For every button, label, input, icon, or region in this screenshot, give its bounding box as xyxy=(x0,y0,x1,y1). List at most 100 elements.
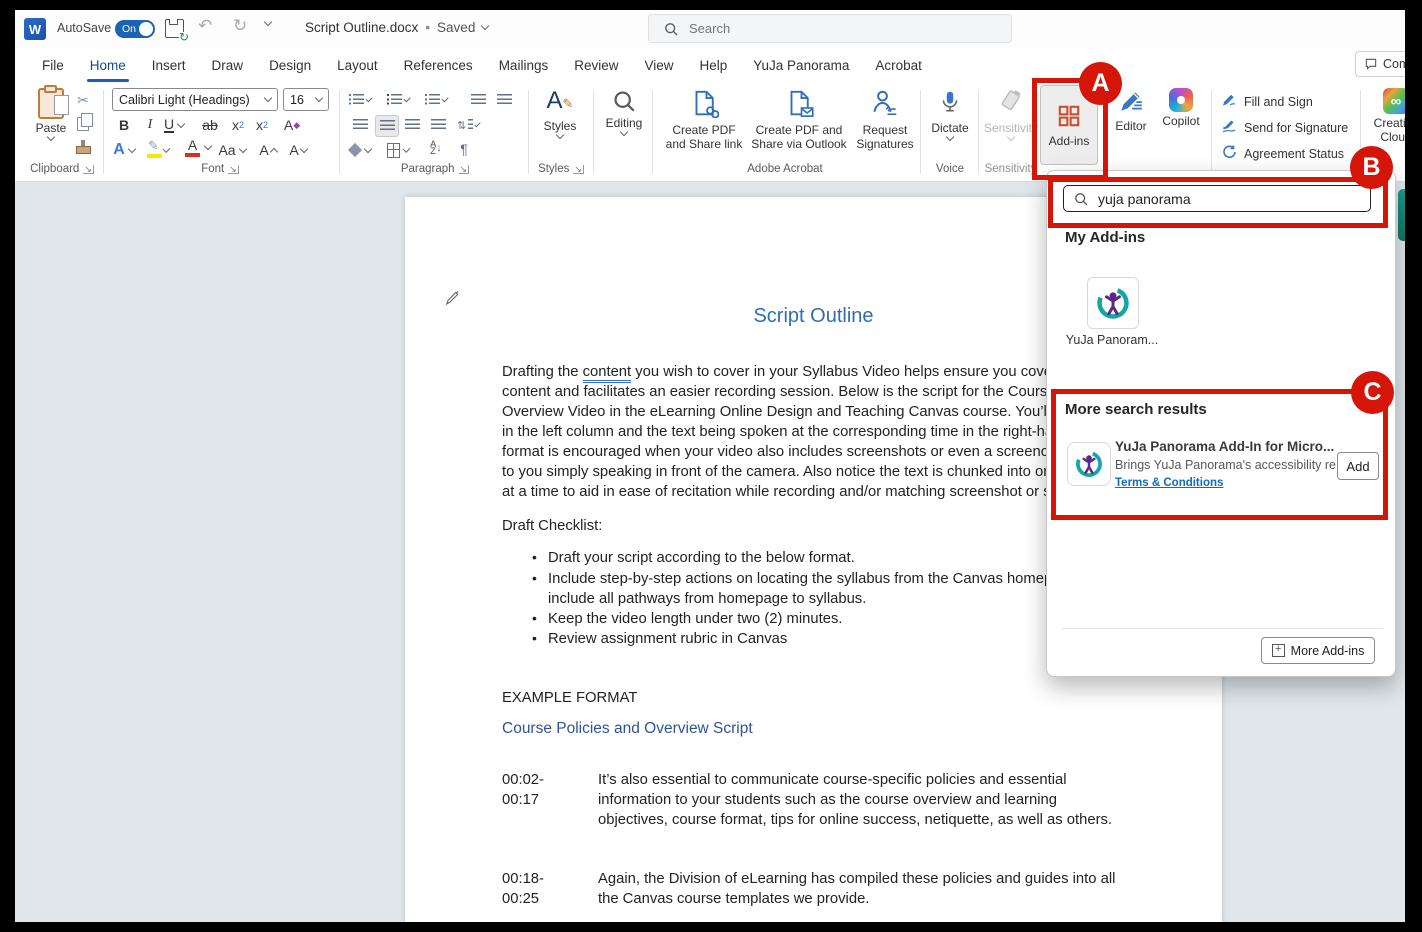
subscript-button[interactable]: x2 xyxy=(227,115,249,135)
font-name-combo[interactable]: Calibri Light (Headings) xyxy=(112,88,278,111)
fill-sign-pen-icon xyxy=(1221,92,1237,111)
autosave-toggle[interactable]: On xyxy=(115,20,155,38)
font-color-button[interactable]: A xyxy=(185,138,211,157)
tab-acrobat[interactable]: Acrobat xyxy=(862,51,935,80)
dialog-launcher-icon[interactable]: ↘ xyxy=(83,165,94,174)
multilevel-list-button[interactable] xyxy=(425,90,447,110)
request-signatures-button[interactable]: Request Signatures xyxy=(853,88,917,151)
tab-mailings[interactable]: Mailings xyxy=(486,51,562,80)
tab-references[interactable]: References xyxy=(391,51,486,80)
font-group-label[interactable]: Font↘ xyxy=(175,163,265,175)
section-heading: Course Policies and Overview Script xyxy=(502,720,753,738)
tab-yuja-panorama[interactable]: YuJa Panorama xyxy=(740,51,862,80)
increase-indent-button[interactable] xyxy=(493,90,515,110)
bullet-list-button[interactable] xyxy=(349,90,371,110)
tab-review[interactable]: Review xyxy=(561,51,631,80)
timestamp: 00:02-00:17 xyxy=(502,771,566,830)
dictate-button[interactable]: Dictate xyxy=(927,88,973,140)
shading-button[interactable] xyxy=(349,140,371,160)
document-title[interactable]: Script Outline.docx • Saved xyxy=(305,20,488,35)
font-size-combo[interactable]: 16 xyxy=(283,88,329,111)
tab-design[interactable]: Design xyxy=(256,51,324,80)
paste-button[interactable]: Paste xyxy=(29,88,73,140)
shrink-font-button[interactable]: A xyxy=(287,140,309,160)
title-bar: W AutoSave On ↻ ↶ ↻ Script Outline.docx … xyxy=(15,10,1405,48)
plus-icon: + xyxy=(1272,644,1285,657)
align-right-button[interactable] xyxy=(401,115,423,135)
checklist-item: Review assignment rubric in Canvas xyxy=(548,630,787,650)
panel-separator xyxy=(1061,628,1383,629)
example-format-label: EXAMPLE FORMAT xyxy=(502,689,637,709)
search-input[interactable] xyxy=(687,20,971,37)
ribbon-tab-row: File Home Insert Draw Design Layout Refe… xyxy=(15,48,1405,82)
checklist-label: Draft Checklist: xyxy=(502,517,602,537)
align-center-button[interactable] xyxy=(375,115,399,137)
script-text: It’s also essential to communicate cours… xyxy=(598,771,1123,830)
italic-button[interactable]: I xyxy=(139,115,161,135)
align-left-button[interactable] xyxy=(349,115,371,135)
change-case-button[interactable]: Aa xyxy=(217,140,247,160)
save-icon[interactable]: ↻ xyxy=(165,19,184,38)
redo-icon[interactable]: ↻ xyxy=(233,16,247,36)
grow-font-button[interactable]: A xyxy=(257,140,279,160)
tab-layout[interactable]: Layout xyxy=(324,51,391,80)
underlined-word: content xyxy=(583,364,632,383)
borders-button[interactable] xyxy=(387,140,409,160)
copy-icon[interactable] xyxy=(72,114,94,134)
tab-file[interactable]: File xyxy=(29,51,77,80)
tab-insert[interactable]: Insert xyxy=(139,51,199,80)
dialog-launcher-icon[interactable]: ↘ xyxy=(459,165,470,174)
fill-and-sign-button[interactable]: Fill and Sign xyxy=(1221,92,1313,111)
creative-cloud-icon: ∞ xyxy=(1383,88,1405,114)
word-logo-icon[interactable]: W xyxy=(24,18,46,40)
search-box[interactable] xyxy=(648,14,1012,43)
dialog-launcher-icon[interactable]: ↘ xyxy=(573,165,584,174)
microphone-icon xyxy=(937,88,963,119)
highlight-color-button[interactable] xyxy=(147,140,169,160)
show-formatting-button[interactable]: ¶ xyxy=(453,139,475,159)
side-panel-tab[interactable] xyxy=(1397,188,1405,242)
send-for-signature-button[interactable]: Send for Signature xyxy=(1221,118,1348,137)
tab-help[interactable]: Help xyxy=(687,51,741,80)
dialog-launcher-icon[interactable]: ↘ xyxy=(228,165,239,174)
line-spacing-button[interactable]: ⇅ xyxy=(457,115,479,135)
create-pdf-outlook-button[interactable]: Create PDF and Share via Outlook xyxy=(751,88,847,151)
paragraph-group-label[interactable]: Paragraph↘ xyxy=(385,163,485,175)
tab-draw[interactable]: Draw xyxy=(199,51,257,80)
underline-button[interactable]: U xyxy=(163,115,185,135)
cut-icon[interactable]: ✂ xyxy=(72,90,94,110)
format-painter-icon[interactable] xyxy=(72,136,94,156)
yuja-addin-tile[interactable] xyxy=(1087,277,1139,329)
sort-button[interactable]: AZ↓ xyxy=(425,138,447,158)
clear-formatting-button[interactable]: A◆ xyxy=(281,115,303,135)
superscript-button[interactable]: x2 xyxy=(251,115,273,135)
create-pdf-share-link-button[interactable]: Create PDF and Share link xyxy=(661,88,747,151)
strikethrough-button[interactable]: ab xyxy=(199,115,221,135)
ribbon: Paste ✂ Clipboard↘ Calibri Light (Headin… xyxy=(15,82,1405,182)
quick-access-chevron-icon[interactable] xyxy=(264,18,272,26)
paragraph-line: to you simply speaking in front of the c… xyxy=(502,463,1085,483)
undo-icon[interactable]: ↶ xyxy=(198,16,212,36)
editor-pen-icon xyxy=(1118,88,1144,117)
save-status: Saved xyxy=(437,20,475,35)
justify-button[interactable] xyxy=(427,115,449,135)
checklist-item: Include step-by-step actions on locating… xyxy=(548,570,1095,590)
agreement-status-button[interactable]: Agreement Status xyxy=(1221,144,1344,163)
timestamp: 00:18-00:25 xyxy=(502,870,566,910)
editing-button[interactable]: Editing xyxy=(600,88,648,135)
tab-view[interactable]: View xyxy=(631,51,686,80)
clipboard-group-label[interactable]: Clipboard↘ xyxy=(27,163,97,175)
paragraph-line: content and facilitates an easier record… xyxy=(502,383,1095,403)
signature-person-icon xyxy=(870,88,900,121)
text-effects-button[interactable]: A xyxy=(113,140,135,160)
comments-button[interactable]: Com xyxy=(1355,51,1405,77)
more-add-ins-button[interactable]: + More Add-ins xyxy=(1261,637,1375,664)
styles-group-label[interactable]: Styles↘ xyxy=(531,163,591,175)
numbered-list-button[interactable] xyxy=(387,90,409,110)
tab-home[interactable]: Home xyxy=(77,51,139,80)
copilot-button[interactable]: Copilot xyxy=(1157,88,1205,128)
creative-cloud-button[interactable]: ∞ Creative Cloud xyxy=(1367,88,1405,144)
decrease-indent-button[interactable] xyxy=(467,90,489,110)
bold-button[interactable]: B xyxy=(113,115,135,135)
styles-button[interactable]: A✎ Styles xyxy=(536,88,584,138)
